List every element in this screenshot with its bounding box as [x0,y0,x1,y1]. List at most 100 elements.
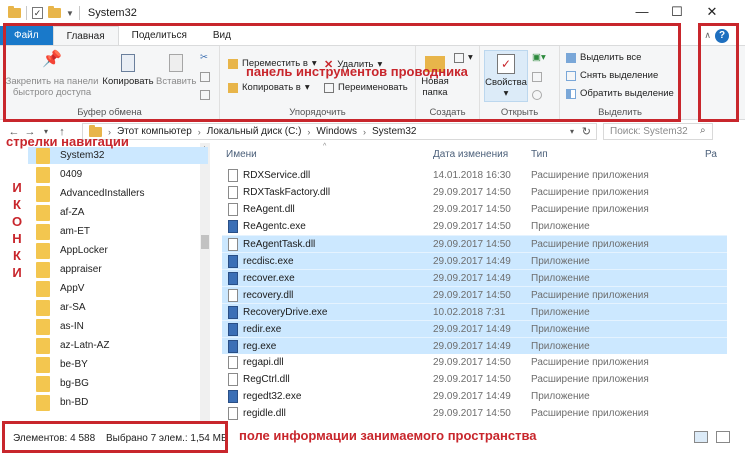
nav-folder-item[interactable]: bn-BD [36,394,206,411]
details-view-icon[interactable] [694,431,708,443]
file-row[interactable]: ReAgentTask.dll 29.09.2017 14:50 Расширени… [222,235,727,252]
file-row[interactable]: regapi.dll 29.09.2017 14:50 Расширение при… [222,354,727,371]
refresh-icon[interactable]: ↻ [582,125,591,138]
file-type: Расширение приложения [531,374,649,385]
nav-folder-item[interactable]: af-ZA [36,204,206,221]
exe-file-icon [228,220,238,233]
file-row[interactable]: recovery.dll 29.09.2017 14:50 Расширение п… [222,286,727,303]
nav-folder-item[interactable]: 0409 [36,166,206,183]
folder-icon [36,242,50,259]
properties-check-icon[interactable]: ✓ [32,7,43,19]
file-row[interactable]: RDXService.dll 14.01.2018 16:30 Расширение… [222,167,727,184]
maximize-button[interactable]: ☐ [667,4,687,20]
dll-file-icon [228,186,238,199]
file-date: 29.09.2017 14:50 [433,187,511,198]
file-date: 29.09.2017 14:50 [433,290,511,301]
file-type: Расширение приложения [531,170,649,181]
file-name: RDXTaskFactory.dll [243,187,331,198]
nav-folder-label: am-ET [60,226,90,237]
nav-folder-item[interactable]: AdvancedInstallers [36,185,206,202]
nav-folder-item[interactable]: as-IN [36,318,206,335]
file-list: Имени Дата изменения Тип Ра ^ RDXService… [210,143,745,424]
annotation-letter: К [13,248,21,263]
folder-icon [36,223,50,240]
file-name: ReAgentc.exe [243,221,306,232]
folder-icon [36,166,50,183]
status-highlight-box [2,421,228,453]
file-type: Расширение приложения [531,204,649,215]
file-name: regidle.dll [243,408,286,419]
file-type: Расширение приложения [531,187,649,198]
file-row[interactable]: RegCtrl.dll 29.09.2017 14:50 Расширение пр… [222,371,727,388]
new-folder-icon[interactable] [48,6,61,18]
file-row[interactable]: ReAgentc.exe 29.09.2017 14:50 Приложение [222,218,727,235]
file-date: 29.09.2017 14:50 [433,239,511,250]
nav-folder-item[interactable]: az-Latn-AZ [36,337,206,354]
file-row[interactable]: recdisc.exe 29.09.2017 14:49 Приложение [222,252,727,269]
file-type: Расширение приложения [531,239,649,250]
column-header-name[interactable]: Имени [226,149,257,160]
address-dropdown-icon[interactable]: ▾ [570,127,574,136]
folder-icon [36,261,50,278]
dll-file-icon [228,289,238,302]
nav-folder-label: be-BY [60,359,88,370]
toolbar-divider [26,6,27,20]
file-date: 29.09.2017 14:50 [433,221,511,232]
folder-icon [36,204,50,221]
column-header-size[interactable]: Ра [705,149,717,160]
crumb-separator: › [363,126,366,137]
file-row[interactable]: RecoveryDrive.exe 10.02.2018 7:31 Приложен… [222,303,727,320]
dll-file-icon [228,356,238,369]
column-header-type[interactable]: Тип [531,149,548,160]
file-date: 29.09.2017 14:49 [433,324,511,335]
address-bar[interactable]: › Этот компьютер › Локальный диск (C:) ›… [82,123,597,140]
annotation-letter: К [13,197,21,212]
dll-file-icon [228,373,238,386]
file-row[interactable]: reg.exe 29.09.2017 14:49 Приложение [222,337,727,354]
file-type: Расширение приложения [531,290,649,301]
file-row[interactable]: regedt32.exe 29.09.2017 14:49 Приложение [222,388,727,405]
folder-icon [36,375,50,392]
file-row[interactable]: ReAgent.dll 29.09.2017 14:50 Расширение пр… [222,201,727,218]
file-row[interactable]: RDXTaskFactory.dll 29.09.2017 14:50 Расшир… [222,184,727,201]
file-row[interactable]: recover.exe 29.09.2017 14:49 Приложение [222,269,727,286]
search-input[interactable]: Поиск: System32 [603,123,713,140]
column-header-date[interactable]: Дата изменения [433,149,508,160]
nav-folder-label: AppLocker [60,245,108,256]
crumb-separator: › [307,126,311,137]
folder-icon [36,147,50,164]
nav-folder-item[interactable]: AppV [36,280,206,297]
nav-folder-item[interactable]: ar-SA [36,299,206,316]
nav-folder-item[interactable]: bg-BG [36,375,206,392]
nav-folder-item[interactable]: am-ET [36,223,206,240]
minimize-button[interactable]: — [632,4,652,19]
dll-file-icon [228,169,238,182]
exe-file-icon [228,255,238,268]
nav-folder-label: appraiser [60,264,102,275]
folder-icon [36,280,50,297]
nav-folder-label: bn-BD [60,397,89,408]
file-name: ReAgent.dll [243,204,295,215]
folder-icon [36,185,50,202]
crumb-local-disk[interactable]: Локальный диск (C:) [207,126,302,137]
nav-folder-item[interactable]: AppLocker [36,242,206,259]
customize-toolbar-icon[interactable]: ▼ [66,9,74,18]
exe-file-icon [228,306,238,319]
annotation-letter: И [12,265,22,280]
crumb-windows[interactable]: Windows [316,126,357,137]
nav-folder-item[interactable]: be-BY [36,356,206,373]
close-button[interactable]: ✕ [702,4,722,20]
file-name: recdisc.exe [243,256,294,267]
file-type: Приложение [531,391,590,402]
nav-folder-label: AdvancedInstallers [60,188,145,199]
nav-folder-item[interactable]: appraiser [36,261,206,278]
folder-icon [36,318,50,335]
file-row[interactable]: redir.exe 29.09.2017 14:49 Приложение [222,320,727,337]
crumb-system32[interactable]: System32 [372,126,416,137]
file-date: 29.09.2017 14:50 [433,204,511,215]
file-row[interactable]: regidle.dll 29.09.2017 14:50 Расширение пр… [222,405,727,422]
file-type: Приложение [531,273,590,284]
nav-folder-item[interactable]: System32 [28,147,208,164]
large-icons-view-icon[interactable] [716,431,730,443]
crumb-separator: › [197,126,201,137]
